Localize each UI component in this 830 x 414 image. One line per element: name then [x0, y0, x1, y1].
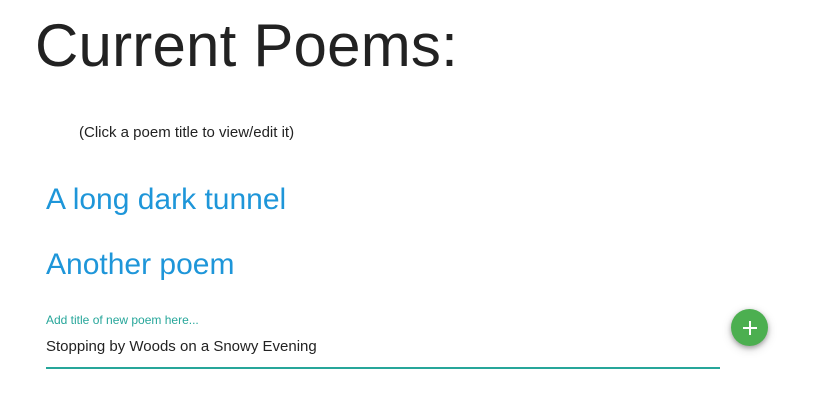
page-title: Current Poems:: [35, 12, 458, 79]
poem-title-link[interactable]: A long dark tunnel: [46, 180, 286, 220]
poem-list: A long dark tunnel Another poem: [46, 180, 286, 310]
new-poem-title-label: Add title of new poem here...: [46, 313, 199, 327]
add-poem-button[interactable]: [731, 309, 768, 346]
list-item: Another poem: [46, 245, 286, 285]
list-item: A long dark tunnel: [46, 180, 286, 220]
page: Current Poems: (Click a poem title to vi…: [0, 0, 830, 414]
plus-icon: [742, 320, 757, 335]
instructions-text: (Click a poem title to view/edit it): [79, 124, 295, 141]
poem-title-link[interactable]: Another poem: [46, 245, 286, 285]
new-poem-title-input[interactable]: [46, 337, 720, 369]
new-poem-field: Add title of new poem here...: [46, 312, 720, 369]
